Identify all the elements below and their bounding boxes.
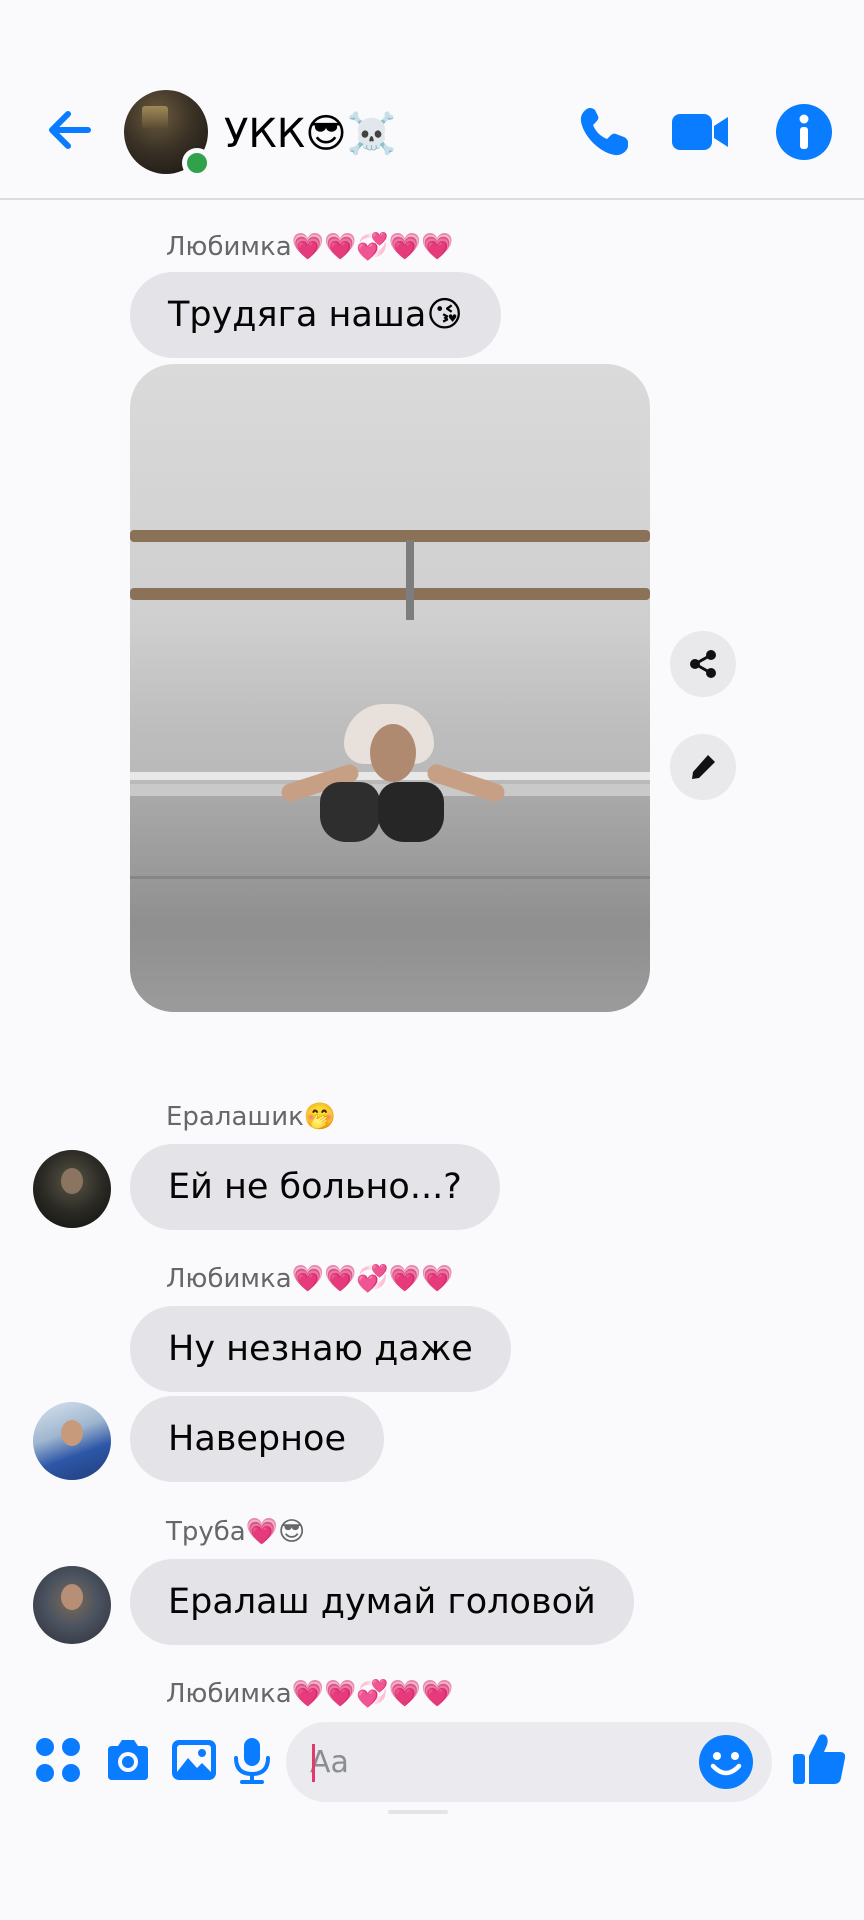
back-arrow-icon[interactable] [40, 100, 100, 160]
camera-icon[interactable] [102, 1734, 154, 1786]
edit-button[interactable] [670, 734, 736, 800]
ballet-barre [130, 588, 650, 600]
chat-header: УКК😎☠️ [0, 0, 864, 200]
message-bubble[interactable]: Наверное [130, 1396, 384, 1482]
message-bubble[interactable]: Трудяга наша😘 [130, 272, 501, 358]
barre-bracket [406, 540, 414, 620]
info-icon[interactable] [772, 100, 836, 164]
smiley-icon[interactable] [698, 1734, 754, 1790]
sender-avatar[interactable] [33, 1150, 111, 1228]
dancer-boot [378, 782, 444, 842]
sender-name: Любимка💗💗💞💗💗 [166, 1264, 454, 1294]
share-button[interactable] [670, 631, 736, 697]
sender-avatar[interactable] [33, 1402, 111, 1480]
sender-name: Ералашик🤭 [166, 1102, 337, 1132]
sender-avatar[interactable] [33, 1566, 111, 1644]
microphone-icon[interactable] [226, 1734, 278, 1786]
message-composer [0, 1712, 864, 1812]
message-bubble[interactable]: Ей не больно...? [130, 1144, 500, 1230]
avatar-face [61, 1420, 83, 1446]
apps-grid-icon[interactable] [32, 1734, 84, 1786]
message-input-wrapper [286, 1722, 772, 1802]
share-icon [690, 650, 716, 678]
image-icon[interactable] [168, 1734, 220, 1786]
pencil-icon [692, 755, 715, 779]
photo-attachment[interactable] [130, 364, 650, 1012]
text-caret [312, 1744, 315, 1782]
group-avatar[interactable] [124, 90, 212, 178]
floor-line [130, 876, 650, 879]
sender-name: Любимка💗💗💞💗💗 [166, 1679, 454, 1709]
chat-title[interactable]: УКК😎☠️ [224, 106, 397, 162]
message-bubble[interactable]: Ералаш думай головой [130, 1559, 634, 1645]
dancer-boot [320, 782, 380, 842]
dancer-head [370, 724, 416, 782]
avatar-face [61, 1168, 83, 1194]
avatar-face [61, 1584, 83, 1610]
online-status-dot [182, 148, 212, 178]
phone-icon[interactable] [572, 100, 636, 164]
video-camera-icon[interactable] [668, 100, 732, 164]
message-bubble[interactable]: Ну незнаю даже [130, 1306, 511, 1392]
sender-name: Труба💗😎 [166, 1517, 306, 1547]
sender-name: Любимка💗💗💞💗💗 [166, 232, 454, 262]
ballet-barre [130, 530, 650, 542]
avatar-image-detail [142, 106, 168, 128]
gesture-hint [388, 1810, 448, 1814]
thumbs-up-icon[interactable] [790, 1730, 848, 1788]
message-input[interactable] [310, 1732, 690, 1792]
